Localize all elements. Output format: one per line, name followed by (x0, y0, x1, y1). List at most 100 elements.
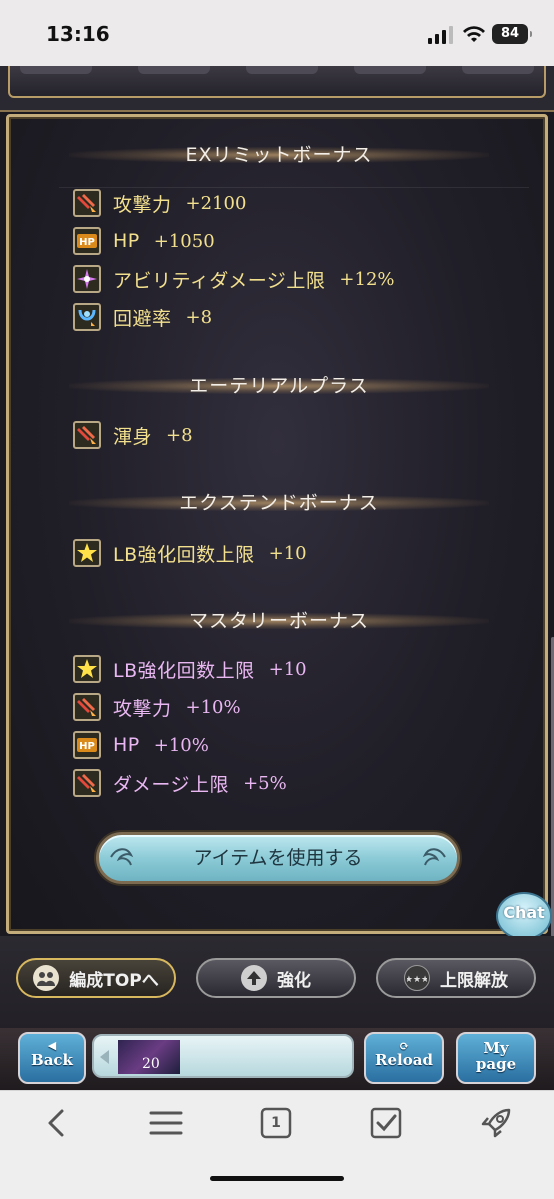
browser-toolbar: 1 (0, 1090, 554, 1199)
hp-up-icon: HP (73, 731, 101, 759)
bonus-value: +5% (243, 772, 287, 794)
game-nav-bar: ◀ Back 20 ⟳ Reload My page (0, 1028, 554, 1090)
tabs-button[interactable]: 1 (254, 1103, 298, 1143)
bonus-value: +1050 (153, 230, 215, 252)
status-time: 13:16 (46, 22, 110, 46)
uncap-label: 上限解放 (440, 970, 508, 991)
bonus-label: アビリティダメージ上限 (113, 269, 326, 292)
tab-stub (354, 66, 426, 74)
menu-button[interactable] (144, 1103, 188, 1143)
section-title: マスタリーボーナス (188, 610, 369, 632)
atk-up-icon (73, 693, 101, 721)
top-panel-edge (0, 66, 554, 112)
tab-count: 1 (271, 1115, 281, 1131)
my-page-label-2: page (475, 1055, 517, 1073)
section-header: EXリミットボーナス (69, 141, 489, 169)
bonus-value: +10 (268, 542, 307, 564)
party-top-button[interactable]: 編成TOPへ (16, 958, 176, 998)
uncap-button[interactable]: ★★★ 上限解放 (376, 958, 536, 998)
ornament-icon (110, 848, 134, 866)
bonus-label: ダメージ上限 (113, 773, 230, 796)
menu-icon (149, 1111, 183, 1135)
bonus-value: +2100 (185, 192, 247, 214)
bottom-tab-bar: 編成TOPへ 強化 ★★★ 上限解放 (0, 936, 554, 1028)
section-header: エクステンドボーナス (69, 489, 489, 517)
my-page-button[interactable]: My page (456, 1032, 536, 1084)
star-icon (73, 655, 101, 683)
bonus-label: HP (113, 734, 140, 756)
stars-icon: ★★★ (404, 965, 430, 991)
party-top-label: 編成TOPへ (69, 970, 159, 991)
section-title: エーテリアルプラス (189, 375, 369, 397)
bonus-label: LB強化回数上限 (113, 543, 255, 566)
bonus-row: HP HP +1050 (73, 225, 215, 257)
tab-stub (462, 66, 534, 74)
section-header: エーテリアルプラス (69, 372, 489, 400)
atk-up-icon (73, 189, 101, 217)
screen: { "status_bar": {"time": "13:16", "batte… (0, 0, 554, 1199)
reload-label: Reload (375, 1051, 433, 1069)
bonus-label: 渾身 (113, 425, 153, 448)
bonus-row: 回避率 +8 (73, 301, 212, 333)
party-icon (33, 965, 60, 991)
hp-up-icon: HP (73, 227, 101, 255)
section-header: マスタリーボーナス (69, 607, 489, 635)
bonus-label: 攻撃力 (113, 193, 172, 216)
atk-up-icon (73, 421, 101, 449)
bonus-label: LB強化回数上限 (113, 659, 255, 682)
bonus-label: 攻撃力 (113, 697, 172, 720)
back-nav-button[interactable] (34, 1103, 78, 1143)
atk-up-icon (73, 769, 101, 797)
ornament-icon (422, 848, 446, 866)
bonus-panel: EXリミットボーナス 攻撃力 +2100 HP HP +1050 アビリティダメ… (6, 114, 554, 937)
bonus-value: +10% (153, 734, 209, 756)
slot-arrow-icon (100, 1050, 109, 1064)
bonus-row: 攻撃力 +10% (73, 691, 241, 723)
bonus-row: アビリティダメージ上限 +12% (73, 263, 395, 295)
evasion-icon (73, 303, 101, 331)
rocket-button[interactable] (474, 1103, 518, 1143)
reload-button[interactable]: ⟳ Reload (364, 1032, 444, 1084)
tab-stub (138, 66, 210, 74)
svg-text:HP: HP (79, 741, 95, 752)
bonus-value: +8 (185, 306, 213, 328)
chat-label: Chat (503, 903, 545, 922)
bonus-row: LB強化回数上限 +10 (73, 537, 307, 569)
chat-button[interactable]: Chat (496, 892, 552, 940)
chevron-left-icon (48, 1109, 64, 1137)
bonus-value: +10% (185, 696, 241, 718)
quick-slot[interactable]: 20 (92, 1034, 354, 1078)
tab-stub (246, 66, 318, 74)
slot-count: 20 (142, 1056, 160, 1072)
enhance-button[interactable]: 強化 (196, 958, 356, 998)
bonus-row: 渾身 +8 (73, 419, 193, 451)
svg-text:★★★: ★★★ (407, 975, 427, 983)
top-frame (8, 66, 546, 98)
bonus-label: HP (113, 230, 140, 252)
use-item-button[interactable]: アイテムを使用する (96, 832, 460, 884)
my-page-label-1: My (483, 1039, 509, 1057)
tab-stub (20, 66, 92, 74)
battery-indicator: 84 (492, 24, 532, 44)
back-button[interactable]: ◀ Back (18, 1032, 86, 1084)
status-bar: 13:16 84 (0, 0, 554, 66)
section-title: EXリミットボーナス (185, 144, 373, 166)
wifi-icon (463, 26, 485, 42)
ability-damage-icon (73, 265, 101, 293)
bonus-row: LB強化回数上限 +10 (73, 653, 307, 685)
cellular-signal-icon (428, 26, 453, 44)
bonus-label: 回避率 (113, 307, 172, 330)
checkbox-icon (370, 1107, 402, 1139)
section-title: エクステンドボーナス (179, 492, 379, 514)
bonus-value: +10 (268, 658, 307, 680)
bonus-row: HP HP +10% (73, 729, 209, 761)
check-button[interactable] (364, 1103, 408, 1143)
star-icon (73, 539, 101, 567)
enhance-label: 強化 (277, 970, 311, 991)
back-label: Back (31, 1051, 73, 1069)
bonus-row: 攻撃力 +2100 (73, 187, 246, 219)
bonus-row: ダメージ上限 +5% (73, 767, 287, 799)
svg-text:HP: HP (79, 237, 95, 248)
rocket-icon (481, 1108, 511, 1138)
up-arrow-icon (241, 965, 267, 991)
